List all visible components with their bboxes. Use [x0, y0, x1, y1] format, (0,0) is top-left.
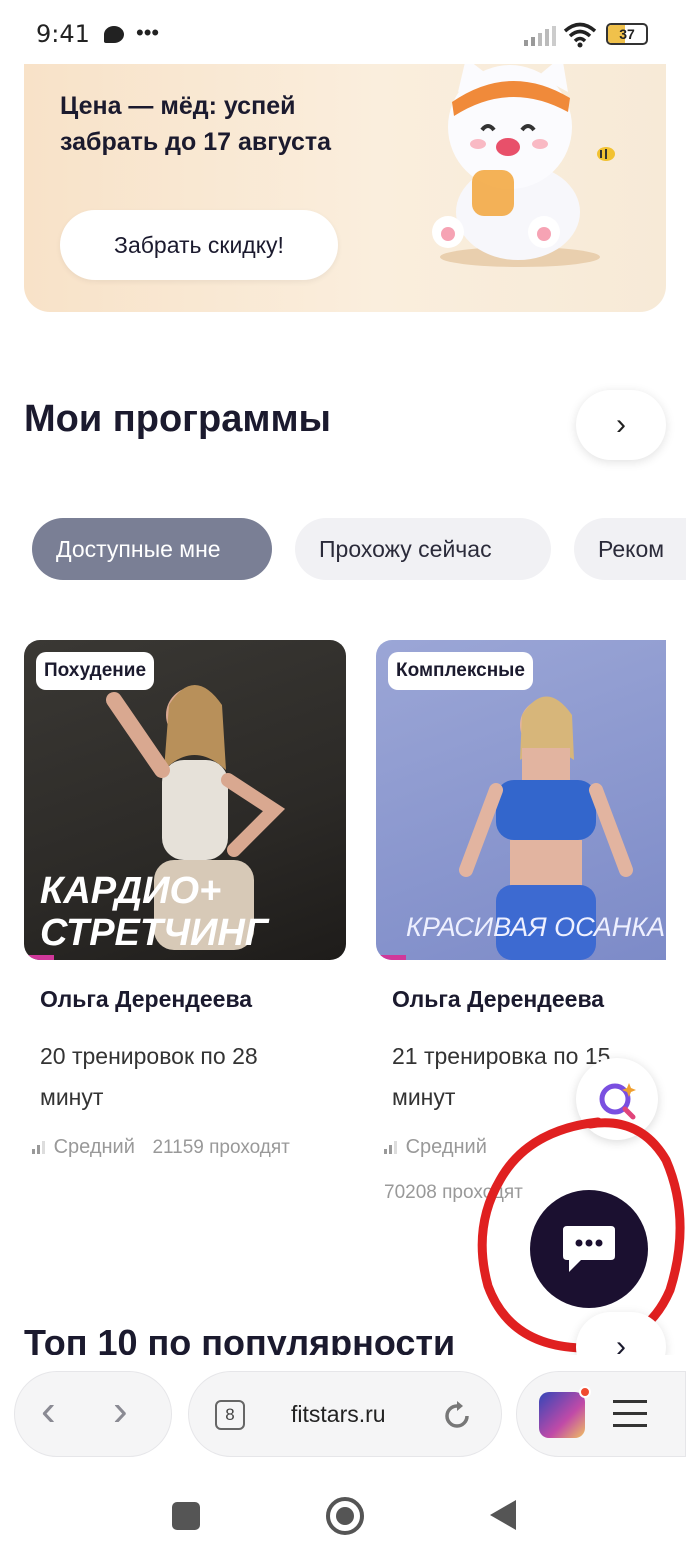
- promo-text: Цена — мёд: успей забрать до 17 августа: [60, 92, 332, 156]
- system-navigation-bar: [0, 1480, 686, 1565]
- get-discount-button[interactable]: Забрать скидку!: [60, 210, 338, 280]
- chevron-right-icon: ›: [616, 408, 626, 441]
- program-participants: 21159 проходят: [152, 1137, 290, 1158]
- notification-dot: [579, 1386, 591, 1398]
- cat-mascot-illustration: [432, 56, 615, 267]
- program-tag: Похудение: [36, 652, 155, 690]
- level-bars-icon: [384, 1141, 397, 1154]
- signal-icon: [524, 26, 556, 46]
- card-progress-accent: [376, 955, 406, 960]
- status-bar: 9:41 ••• 37: [0, 0, 686, 64]
- more-dots-icon: •••: [136, 20, 160, 45]
- browser-menu-group: [516, 1371, 686, 1457]
- battery-icon: 37: [606, 23, 648, 45]
- my-programs-title: Мои программы: [24, 398, 332, 440]
- chat-notification-icon: [104, 26, 124, 43]
- address-bar[interactable]: 8 fitstars.ru: [188, 1371, 502, 1457]
- level-bars-icon: [32, 1141, 45, 1154]
- chip-label: Доступные мне: [56, 535, 221, 562]
- menu-hamburger-icon[interactable]: [613, 1400, 647, 1430]
- program-overlay-title: КРАСИВАЯ ОСАНКА: [406, 912, 666, 942]
- chip-available[interactable]: Доступные мне: [32, 518, 272, 580]
- forward-button[interactable]: ›: [113, 1386, 128, 1436]
- program-tag: Комплексные: [388, 652, 533, 690]
- url-text: fitstars.ru: [291, 1401, 386, 1427]
- my-programs-more-button[interactable]: ›: [576, 390, 666, 460]
- recents-button[interactable]: [172, 1502, 200, 1530]
- program-meta: Средний 21159 проходят: [32, 1136, 290, 1159]
- back-button[interactable]: ‹: [41, 1386, 56, 1436]
- wifi-icon: [563, 22, 597, 48]
- program-card-image[interactable]: Похудение КАРДИО+ СТРЕТЧИНГ: [24, 640, 346, 960]
- status-time: 9:41: [36, 20, 90, 48]
- chip-recommended[interactable]: Реком: [574, 518, 686, 580]
- program-level: Средний: [53, 1136, 135, 1158]
- game-avatar-button[interactable]: [539, 1392, 585, 1438]
- back-triangle-button[interactable]: [488, 1498, 518, 1532]
- chip-in-progress[interactable]: Прохожу сейчас: [295, 518, 551, 580]
- program-overlay-title: КАРДИО+ СТРЕТЧИНГ: [40, 870, 269, 954]
- reload-icon[interactable]: [441, 1400, 473, 1432]
- program-author: Ольга Дерендеева: [40, 986, 253, 1012]
- battery-level: 37: [619, 26, 635, 42]
- home-button[interactable]: [326, 1497, 364, 1535]
- chip-label: Прохожу сейчас: [319, 535, 492, 562]
- program-description: 20 тренировок по 28 минут: [40, 1043, 258, 1110]
- program-author: Ольга Дерендеева: [392, 986, 605, 1012]
- card-progress-accent: [24, 955, 54, 960]
- program-card-image[interactable]: Комплексные КРАСИВАЯ ОСАНКА: [376, 640, 666, 960]
- nav-buttons: ‹ ›: [14, 1371, 172, 1457]
- chip-label: Реком: [598, 535, 665, 562]
- tab-count-button[interactable]: 8: [215, 1400, 245, 1430]
